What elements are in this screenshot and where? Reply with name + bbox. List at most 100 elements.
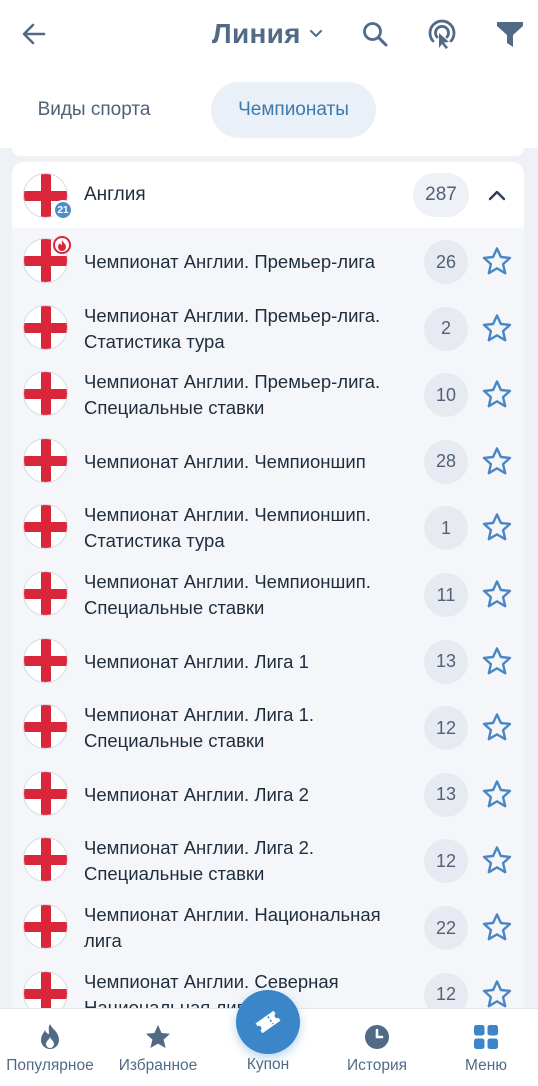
- favorite-button[interactable]: [478, 642, 516, 680]
- nav-popular-label: Популярное: [6, 1057, 94, 1074]
- league-count-badge: 26: [424, 240, 468, 284]
- tab-championships[interactable]: Чемпионаты: [211, 82, 376, 138]
- country-card: 21 Англия 287 Чемпионат Англии. Премьер-…: [12, 162, 524, 1008]
- filter-button[interactable]: [488, 12, 532, 56]
- favorite-button[interactable]: [478, 375, 516, 413]
- league-row[interactable]: Чемпионат Англии. Национальная лига 22: [12, 894, 524, 961]
- favorite-button[interactable]: [478, 508, 516, 546]
- flag-count-badge: 21: [53, 200, 73, 220]
- league-count-badge: 12: [424, 972, 468, 1008]
- nav-favorites-label: Избранное: [118, 1057, 198, 1074]
- favorite-button[interactable]: [478, 708, 516, 746]
- nav-favorites[interactable]: Избранное: [108, 1009, 208, 1086]
- clock-icon: [363, 1023, 391, 1051]
- league-row[interactable]: Чемпионат Англии. Премьер-лига 26: [12, 228, 524, 295]
- league-count-badge: 13: [424, 772, 468, 817]
- england-flag-icon: [23, 904, 68, 949]
- ticket-icon: [255, 1010, 281, 1034]
- arrow-left-icon: [22, 23, 46, 45]
- england-flag-icon: [23, 970, 68, 1008]
- league-count-badge: 22: [424, 906, 468, 950]
- favorite-button[interactable]: [478, 975, 516, 1008]
- league-count-badge: 12: [424, 706, 468, 751]
- top-bar: Линия: [0, 0, 538, 68]
- favorite-button[interactable]: [478, 841, 516, 879]
- england-flag-icon: [23, 637, 68, 683]
- league-row[interactable]: Чемпионат Англии. Премьер-лига. Статисти…: [12, 294, 524, 362]
- league-count-badge: 2: [424, 306, 468, 351]
- league-row[interactable]: Чемпионат Англии. Лига 2. Специальные ст…: [12, 827, 524, 894]
- chevron-up-icon: [488, 190, 506, 201]
- favorite-button[interactable]: [478, 442, 516, 480]
- league-row[interactable]: Чемпионат Англии. Премьер-лига. Специаль…: [12, 361, 524, 428]
- title-dropdown[interactable]: Линия: [212, 14, 325, 54]
- favorite-button[interactable]: [478, 575, 516, 613]
- nav-menu-label: Меню: [465, 1057, 507, 1074]
- league-count-badge: 11: [424, 573, 468, 617]
- favorite-button[interactable]: [478, 908, 516, 946]
- flame-badge-icon: [53, 236, 71, 254]
- star-outline-icon: [482, 780, 512, 808]
- star-outline-icon: [482, 447, 512, 475]
- league-row[interactable]: Чемпионат Англии. Лига 1. Специальные ст…: [12, 694, 524, 761]
- country-header-row[interactable]: 21 Англия 287: [12, 162, 524, 228]
- grid-menu-icon: [473, 1023, 499, 1051]
- league-count-badge: 28: [424, 439, 468, 484]
- england-flag-icon: [23, 571, 68, 616]
- coupon-button[interactable]: [236, 990, 300, 1054]
- live-button[interactable]: [420, 12, 464, 56]
- nav-menu[interactable]: Меню: [440, 1009, 532, 1086]
- star-outline-icon: [482, 713, 512, 741]
- england-flag-icon: [23, 304, 68, 350]
- flame-icon: [37, 1023, 63, 1051]
- back-button[interactable]: [14, 14, 54, 54]
- previous-card-edge: [12, 148, 524, 156]
- search-icon: [363, 22, 388, 47]
- star-outline-icon: [482, 313, 512, 341]
- england-flag-icon: [23, 437, 68, 483]
- nav-history[interactable]: История: [330, 1009, 424, 1086]
- star-outline-icon: [482, 646, 512, 674]
- live-broadcast-icon: [428, 19, 456, 49]
- league-row[interactable]: Чемпионат Англии. Чемпионшип. Статистика…: [12, 494, 524, 561]
- league-name: Чемпионат Англии. Лига 1: [84, 650, 309, 672]
- star-outline-icon: [482, 580, 512, 608]
- league-row[interactable]: Чемпионат Англии. Лига 1 13: [12, 627, 524, 695]
- country-count-badge: 287: [413, 173, 469, 217]
- nav-popular[interactable]: Популярное: [0, 1009, 100, 1086]
- league-name: Чемпионат Англии. Лига 1. Специальные ст…: [84, 704, 315, 752]
- league-name: Чемпионат Англии. Лига 2. Специальные ст…: [84, 837, 315, 885]
- favorite-button[interactable]: [478, 309, 516, 347]
- league-count-badge: 1: [424, 506, 468, 551]
- league-row[interactable]: Чемпионат Англии. Чемпионшип. Специальны…: [12, 561, 524, 628]
- league-name: Чемпионат Англии. Чемпионшип: [84, 450, 366, 472]
- england-flag-icon: [23, 371, 68, 417]
- favorite-button[interactable]: [478, 775, 516, 813]
- star-outline-icon: [482, 247, 512, 275]
- league-row[interactable]: Чемпионат Англии. Чемпионшип 28: [12, 427, 524, 495]
- star-outline-icon: [482, 979, 512, 1007]
- content: 21 Англия 287 Чемпионат Англии. Премьер-…: [0, 148, 538, 1008]
- league-row[interactable]: Чемпионат Англии. Лига 2 13: [12, 760, 524, 828]
- england-flag-icon: [23, 704, 68, 750]
- league-count-badge: 12: [424, 839, 468, 884]
- league-name: Чемпионат Англии. Лига 2: [84, 783, 309, 805]
- favorite-button[interactable]: [478, 242, 516, 280]
- league-name: Чемпионат Англии. Чемпионшип. Статистика…: [84, 504, 371, 552]
- nav-history-label: История: [346, 1057, 408, 1074]
- league-count-badge: 10: [424, 373, 468, 418]
- nav-coupon-label[interactable]: Купон: [228, 1056, 308, 1074]
- tabs: Виды спорта Чемпионаты: [0, 80, 538, 140]
- league-name: Чемпионат Англии. Премьер-лига. Статисти…: [84, 304, 381, 352]
- collapse-button[interactable]: [478, 176, 516, 214]
- star-outline-icon: [482, 913, 512, 941]
- star-filled-icon: [144, 1023, 172, 1051]
- star-outline-icon: [482, 513, 512, 541]
- england-flag-icon: [23, 770, 68, 816]
- star-outline-icon: [482, 846, 512, 874]
- search-button[interactable]: [355, 14, 395, 54]
- england-flag-icon: [23, 504, 68, 550]
- tab-sports[interactable]: Виды спорта: [14, 82, 174, 138]
- filter-icon: [497, 22, 523, 47]
- page-title: Линия: [212, 18, 301, 49]
